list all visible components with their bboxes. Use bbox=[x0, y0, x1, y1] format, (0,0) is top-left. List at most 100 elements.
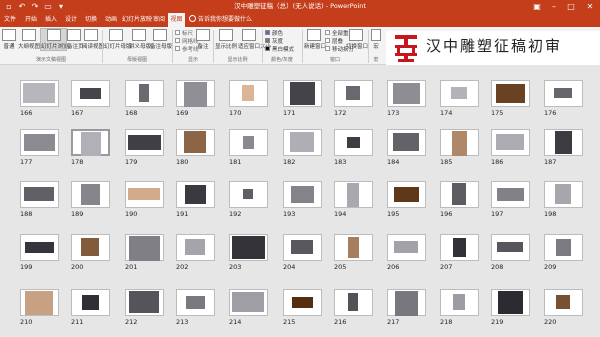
slide-thumbnail[interactable] bbox=[334, 289, 373, 316]
grayscale-swatch-icon bbox=[265, 38, 270, 43]
maximize-icon[interactable]: □ bbox=[564, 0, 578, 13]
ruler-checkbox[interactable]: 标尺 bbox=[175, 29, 193, 37]
new-window-button[interactable]: 新建窗口 bbox=[304, 29, 326, 50]
slide-thumbnail[interactable] bbox=[20, 289, 59, 316]
slide-number: 181 bbox=[229, 158, 242, 166]
black-white-button[interactable]: 黑白模式 bbox=[265, 45, 294, 53]
slide-thumbnail[interactable] bbox=[491, 289, 530, 316]
slide-thumbnail[interactable] bbox=[283, 234, 322, 261]
slide-thumbnail[interactable] bbox=[229, 181, 268, 208]
slide-thumbnail[interactable] bbox=[125, 181, 164, 208]
slide-thumbnail[interactable] bbox=[176, 181, 215, 208]
slide-thumbnail[interactable] bbox=[229, 289, 268, 316]
slide-thumbnail[interactable] bbox=[283, 289, 322, 316]
slide-thumbnail[interactable] bbox=[20, 129, 59, 156]
slide-thumbnail[interactable] bbox=[283, 129, 322, 156]
slide-thumbnail[interactable] bbox=[491, 129, 530, 156]
lightbulb-icon bbox=[189, 15, 196, 22]
slide-thumbnail[interactable] bbox=[71, 129, 110, 156]
slide-thumbnail[interactable] bbox=[334, 181, 373, 208]
minimize-icon[interactable]: – bbox=[547, 0, 561, 13]
slide-thumbnail[interactable] bbox=[387, 234, 426, 261]
slide-thumbnail[interactable] bbox=[176, 129, 215, 156]
slide-thumbnail[interactable] bbox=[334, 129, 373, 156]
slide-thumbnail[interactable] bbox=[125, 129, 164, 156]
slide-thumbnail[interactable] bbox=[440, 181, 479, 208]
slide-thumbnail[interactable] bbox=[176, 80, 215, 107]
slide-thumbnail[interactable] bbox=[440, 289, 479, 316]
slide-master-button[interactable]: 幻灯片母版 bbox=[104, 29, 132, 50]
slide-thumbnail[interactable] bbox=[20, 80, 59, 107]
customize-icon[interactable]: ▾ bbox=[56, 1, 66, 12]
color-button[interactable]: 颜色 bbox=[265, 29, 283, 37]
tab-view[interactable]: 视图 bbox=[168, 13, 185, 27]
slide-thumbnail[interactable] bbox=[334, 234, 373, 261]
redo-icon[interactable]: ↷ bbox=[30, 1, 40, 12]
window-title: 汉中雕塑征稿（总）(无人说话) - PowerPoint bbox=[234, 2, 366, 10]
zoom-button[interactable]: 显示比例 bbox=[215, 29, 237, 50]
slide-thumbnail[interactable] bbox=[71, 234, 110, 261]
slide-thumbnail[interactable] bbox=[387, 129, 426, 156]
slide-thumbnail[interactable] bbox=[387, 181, 426, 208]
slide-thumbnail[interactable] bbox=[71, 289, 110, 316]
slide-thumbnail[interactable] bbox=[387, 289, 426, 316]
slide-thumbnail[interactable] bbox=[334, 80, 373, 107]
slide-image bbox=[232, 292, 264, 312]
tab-design[interactable]: 设计 bbox=[64, 13, 78, 27]
slide-thumbnail[interactable] bbox=[125, 289, 164, 316]
normal-view-button[interactable]: 普通 bbox=[2, 29, 16, 50]
cascade-button[interactable]: 层叠 bbox=[325, 37, 343, 45]
slide-thumbnail[interactable] bbox=[229, 129, 268, 156]
guides-checkbox[interactable]: 参考线 bbox=[175, 45, 199, 53]
grayscale-button[interactable]: 灰度 bbox=[265, 37, 283, 45]
reading-view-button[interactable]: 阅读视图 bbox=[82, 29, 104, 50]
outline-view-button[interactable]: 大纲视图 bbox=[18, 29, 40, 50]
slide-thumbnail[interactable] bbox=[491, 80, 530, 107]
slide-thumbnail[interactable] bbox=[544, 80, 583, 107]
slide-thumbnail[interactable] bbox=[125, 234, 164, 261]
tab-home[interactable]: 开始 bbox=[24, 13, 38, 27]
slide-thumbnail[interactable] bbox=[176, 234, 215, 261]
slide-thumbnail[interactable] bbox=[283, 80, 322, 107]
slide-thumbnail[interactable] bbox=[71, 181, 110, 208]
tab-transitions[interactable]: 切换 bbox=[84, 13, 98, 27]
slide-sorter-button[interactable]: 幻灯片浏览 bbox=[40, 28, 69, 51]
handout-master-button[interactable]: 讲义母版 bbox=[129, 29, 151, 50]
undo-icon[interactable]: ↶ bbox=[17, 1, 27, 12]
notes-page-button[interactable]: 备注页 bbox=[67, 29, 84, 50]
slide-thumbnail[interactable] bbox=[491, 234, 530, 261]
slide-thumbnail[interactable] bbox=[20, 181, 59, 208]
slide-thumbnail[interactable] bbox=[544, 289, 583, 316]
slide-thumbnail[interactable] bbox=[440, 234, 479, 261]
ribbon-display-options-icon[interactable]: ▣ bbox=[530, 0, 544, 13]
slide-thumbnail[interactable] bbox=[229, 234, 268, 261]
slide-thumbnail[interactable] bbox=[71, 80, 110, 107]
slide-thumbnail[interactable] bbox=[229, 80, 268, 107]
gridlines-checkbox[interactable]: 网格线 bbox=[175, 37, 199, 45]
notes-button[interactable]: 备注 bbox=[196, 29, 210, 50]
slide-thumbnail[interactable] bbox=[544, 234, 583, 261]
slide-thumbnail[interactable] bbox=[176, 289, 215, 316]
tab-file[interactable]: 文件 bbox=[3, 13, 17, 27]
switch-windows-button[interactable]: 切换窗口 bbox=[346, 29, 368, 50]
slide-thumbnail[interactable] bbox=[387, 80, 426, 107]
macros-button[interactable]: 宏 bbox=[370, 29, 382, 50]
slide-thumbnail[interactable] bbox=[544, 181, 583, 208]
notes-master-button[interactable]: 备注母版 bbox=[150, 29, 172, 50]
start-slideshow-icon[interactable]: ▭ bbox=[43, 1, 53, 12]
tab-slideshow[interactable]: 幻灯片放映 bbox=[122, 13, 152, 27]
tab-animations[interactable]: 动画 bbox=[104, 13, 118, 27]
slide-thumbnail[interactable] bbox=[491, 181, 530, 208]
close-icon[interactable]: ✕ bbox=[583, 0, 597, 13]
tab-review[interactable]: 审阅 bbox=[152, 13, 166, 27]
slide-thumbnail[interactable] bbox=[283, 181, 322, 208]
slide-thumbnail[interactable] bbox=[440, 80, 479, 107]
save-icon[interactable]: ▫ bbox=[4, 1, 14, 12]
fit-to-window-button[interactable]: 适应窗口大小 bbox=[238, 29, 271, 50]
tell-me-box[interactable]: 告诉我你想要做什么 bbox=[189, 13, 252, 27]
slide-thumbnail[interactable] bbox=[440, 129, 479, 156]
slide-thumbnail[interactable] bbox=[544, 129, 583, 156]
slide-thumbnail[interactable] bbox=[20, 234, 59, 261]
tab-insert[interactable]: 插入 bbox=[44, 13, 58, 27]
slide-thumbnail[interactable] bbox=[125, 80, 164, 107]
